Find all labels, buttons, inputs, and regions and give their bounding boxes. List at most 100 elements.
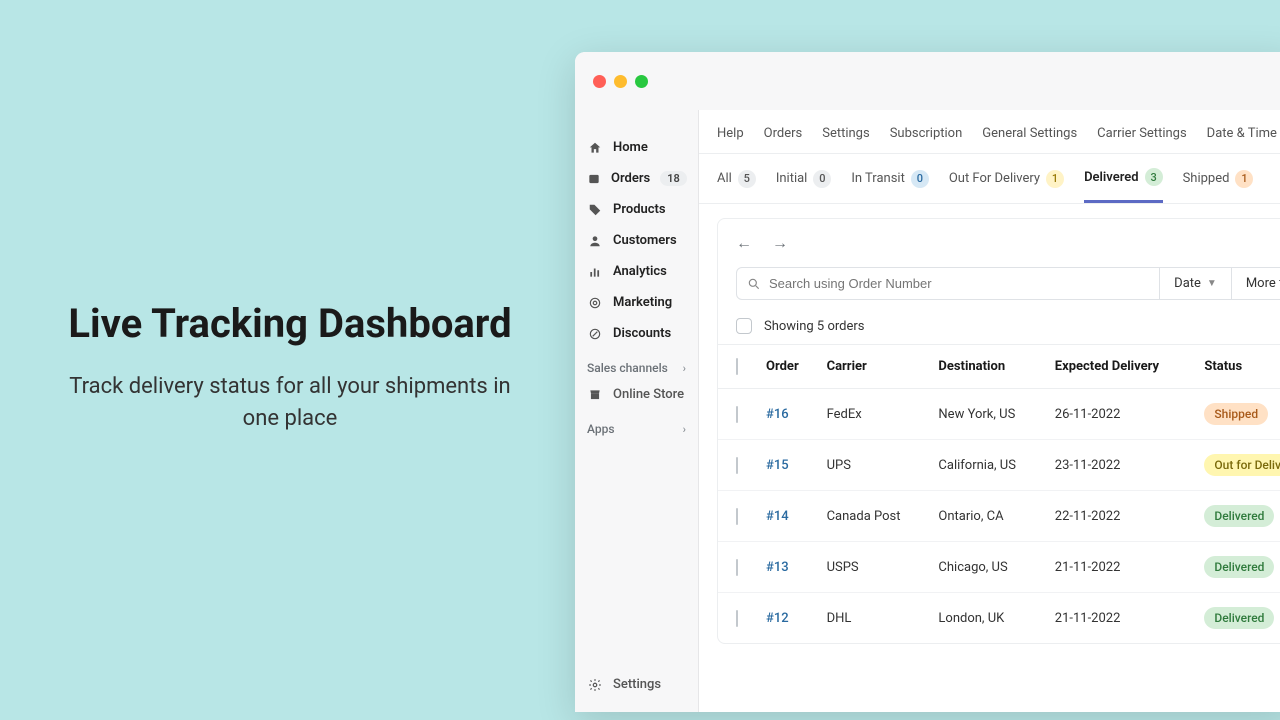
nav-date-time-settings[interactable]: Date & Time Settings [1207,126,1280,141]
cell-expected: 22-11-2022 [1047,491,1197,542]
tab-label: Out For Delivery [949,171,1040,186]
home-icon [587,141,603,155]
order-link[interactable]: #15 [766,458,789,473]
chevron-right-icon: › [683,423,686,436]
status-badge: Delivered [1204,505,1274,527]
close-icon[interactable] [593,75,606,88]
nav-carrier-settings[interactable]: Carrier Settings [1097,126,1187,141]
cell-carrier: FedEx [819,389,931,440]
sidebar-item-label: Customers [613,233,677,248]
cell-destination: London, UK [930,593,1046,644]
maximize-icon[interactable] [635,75,648,88]
search-icon [747,277,761,291]
minimize-icon[interactable] [614,75,627,88]
top-nav: Help Orders Settings Subscription Genera… [699,110,1280,154]
tab-initial[interactable]: Initial0 [776,168,832,203]
row-checkbox[interactable] [736,559,738,576]
sidebar-item-settings[interactable]: Settings [575,669,698,712]
results-summary: Showing 5 orders [718,300,1280,344]
order-link[interactable]: #13 [766,560,789,575]
gear-icon [587,678,603,692]
nav-subscription[interactable]: Subscription [890,126,963,141]
tab-label: All [717,171,732,186]
select-all-checkbox[interactable] [736,318,752,334]
cell-carrier: UPS [819,440,931,491]
sidebar-item-label: Online Store [613,387,684,402]
table-row[interactable]: #16 FedExNew York, US26-11-2022 Shipped [718,389,1280,440]
orders-panel: ← → Date ▼ More filters [717,218,1280,644]
tab-count-badge: 0 [911,170,929,188]
arrow-left-icon[interactable]: ← [736,233,752,253]
sidebar-item-label: Orders [611,171,650,186]
row-checkbox[interactable] [736,508,738,525]
discount-icon [587,327,603,341]
order-link[interactable]: #12 [766,611,789,626]
chevron-down-icon: ▼ [1207,278,1217,289]
table-row[interactable]: #13USPSChicago, US21-11-2022Delivered [718,542,1280,593]
sidebar-item-label: Discounts [613,326,671,341]
col-carrier: Carrier [819,345,931,389]
sidebar-item-products[interactable]: Products [575,194,698,225]
status-badge: Delivered [1204,556,1274,578]
cell-destination: California, US [930,440,1046,491]
sidebar-item-orders[interactable]: Orders 18 [575,163,698,194]
row-checkbox[interactable] [736,406,738,423]
orders-badge: 18 [660,171,687,186]
tab-out-for-delivery[interactable]: Out For Delivery 1 [949,168,1064,203]
col-order: Order [758,345,819,389]
nav-settings[interactable]: Settings [822,126,869,141]
cell-carrier: USPS [819,542,931,593]
search-input[interactable] [769,276,1149,291]
arrow-right-icon[interactable]: → [772,233,788,253]
sidebar-item-home[interactable]: Home [575,132,698,163]
status-badge: Shipped [1204,403,1268,425]
sales-channels-header[interactable]: Sales channels › [575,349,698,379]
search-input-wrapper[interactable] [737,268,1159,299]
cell-expected: 21-11-2022 [1047,542,1197,593]
sidebar-item-customers[interactable]: Customers [575,225,698,256]
date-filter-button[interactable]: Date ▼ [1159,268,1231,299]
status-badge: Out for Delivery [1204,454,1280,476]
more-filters-button[interactable]: More filters [1231,268,1280,299]
order-link[interactable]: #16 [766,407,789,422]
cell-destination: New York, US [930,389,1046,440]
panel-pagination: ← → [718,219,1280,267]
cell-carrier: Canada Post [819,491,931,542]
table-row[interactable]: #14Canada PostOntario, CA22-11-2022Deliv… [718,491,1280,542]
sidebar-item-label: Marketing [613,295,672,310]
row-checkbox[interactable] [736,457,738,474]
sidebar-item-discounts[interactable]: Discounts [575,318,698,349]
chevron-right-icon: › [683,362,686,375]
user-icon [587,234,603,248]
tab-all[interactable]: All5 [717,168,756,203]
nav-help[interactable]: Help [717,126,744,141]
sidebar-item-label: Settings [613,677,661,692]
sidebar: Home Orders 18 Products Customers [575,110,699,712]
tab-count-badge: 1 [1235,170,1253,188]
tab-count-badge: 1 [1046,170,1064,188]
order-link[interactable]: #14 [766,509,789,524]
tab-shipped[interactable]: Shipped1 [1183,168,1254,203]
tab-in-transit[interactable]: In Transit0 [851,168,929,203]
header-checkbox[interactable] [736,358,738,375]
nav-general-settings[interactable]: General Settings [982,126,1077,141]
tab-label: Initial [776,171,808,186]
tab-delivered[interactable]: Delivered3 [1084,168,1163,203]
window-titlebar [575,52,1280,110]
nav-orders[interactable]: Orders [764,126,803,141]
row-checkbox[interactable] [736,610,738,627]
sidebar-item-label: Analytics [613,264,667,279]
sidebar-item-analytics[interactable]: Analytics [575,256,698,287]
date-filter-label: Date [1174,276,1201,291]
sidebar-item-label: Products [613,202,666,217]
orders-table: Order Carrier Destination Expected Deliv… [718,344,1280,643]
col-destination: Destination [930,345,1046,389]
cell-expected: 26-11-2022 [1047,389,1197,440]
store-icon [587,388,603,402]
hero-section: Live Tracking Dashboard Track delivery s… [50,300,530,435]
table-row[interactable]: #15UPSCalifornia, US23-11-2022Out for De… [718,440,1280,491]
sidebar-item-marketing[interactable]: Marketing [575,287,698,318]
table-row[interactable]: #12DHLLondon, UK21-11-2022Delivered [718,593,1280,644]
apps-header[interactable]: Apps › [575,410,698,440]
sidebar-item-online-store[interactable]: Online Store [575,379,698,410]
